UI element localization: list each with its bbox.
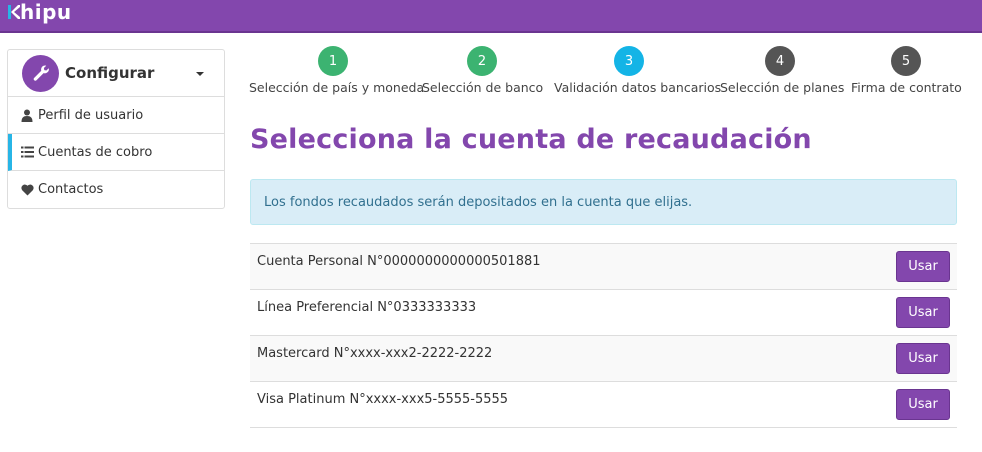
info-alert: Los fondos recaudados serán depositados … <box>250 179 957 225</box>
step-number: 3 <box>614 46 644 76</box>
page-title: Selecciona la cuenta de recaudación <box>250 124 812 155</box>
step-4: 4 Selección de planes <box>720 46 845 95</box>
sidebar-item-label: Cuentas de cobro <box>38 144 153 160</box>
account-name: Mastercard N°xxxx-xxx2-2222-2222 <box>257 346 493 361</box>
step-label: Selección de banco <box>422 80 544 95</box>
step-number: 2 <box>467 46 497 76</box>
top-navbar: hipu <box>0 0 982 33</box>
sidebar-item-label: Contactos <box>38 182 104 197</box>
wizard-steps: 1 Selección de país y moneda 2 Selección… <box>246 46 966 96</box>
step-1: 1 Selección de país y moneda <box>249 46 425 95</box>
account-name: Cuenta Personal N°0000000000000501881 <box>257 254 541 269</box>
step-3: 3 Validación datos bancarios <box>554 46 722 95</box>
table-row: Cuenta Personal N°0000000000000501881 Us… <box>250 244 957 290</box>
wrench-icon <box>22 54 59 92</box>
account-name: Visa Platinum N°xxxx-xxx5-5555-5555 <box>257 392 509 407</box>
sidebar-item-accounts[interactable]: Cuentas de cobro <box>8 134 224 171</box>
list-icon <box>20 145 34 159</box>
configure-dropdown[interactable]: Configurar <box>8 50 224 97</box>
logo-k-mark-icon <box>8 5 20 19</box>
table-row: Visa Platinum N°xxxx-xxx5-5555-5555 Usar <box>250 382 957 428</box>
sidebar-item-contacts[interactable]: Contactos <box>8 171 224 208</box>
table-row: Mastercard N°xxxx-xxx2-2222-2222 Usar <box>250 336 957 382</box>
sidebar-item-profile[interactable]: Perfil de usuario <box>8 97 224 134</box>
table-row: Línea Preferencial N°0333333333 Usar <box>250 290 957 336</box>
accounts-table: Cuenta Personal N°0000000000000501881 Us… <box>250 243 957 428</box>
step-label: Validación datos bancarios <box>554 80 722 95</box>
use-account-button[interactable]: Usar <box>896 297 950 328</box>
use-account-button[interactable]: Usar <box>896 389 950 420</box>
logo-text: hipu <box>20 0 72 24</box>
step-number: 1 <box>318 46 348 76</box>
use-account-button[interactable]: Usar <box>896 343 950 374</box>
account-name: Línea Preferencial N°0333333333 <box>257 300 477 315</box>
step-number: 5 <box>891 46 921 76</box>
user-icon <box>20 108 34 122</box>
step-label: Firma de contrato <box>851 80 962 95</box>
heart-icon <box>20 183 34 197</box>
caret-down-icon <box>196 72 204 76</box>
khipu-logo[interactable]: hipu <box>8 0 72 24</box>
use-account-button[interactable]: Usar <box>896 251 950 282</box>
sidebar: Configurar Perfil de usuario Cuentas de … <box>7 49 225 209</box>
step-2: 2 Selección de banco <box>422 46 544 95</box>
step-5: 5 Firma de contrato <box>851 46 962 95</box>
step-label: Selección de país y moneda <box>249 80 425 95</box>
step-number: 4 <box>765 46 795 76</box>
configure-label: Configurar <box>65 64 155 82</box>
step-label: Selección de planes <box>720 80 845 95</box>
sidebar-item-label: Perfil de usuario <box>38 107 144 123</box>
